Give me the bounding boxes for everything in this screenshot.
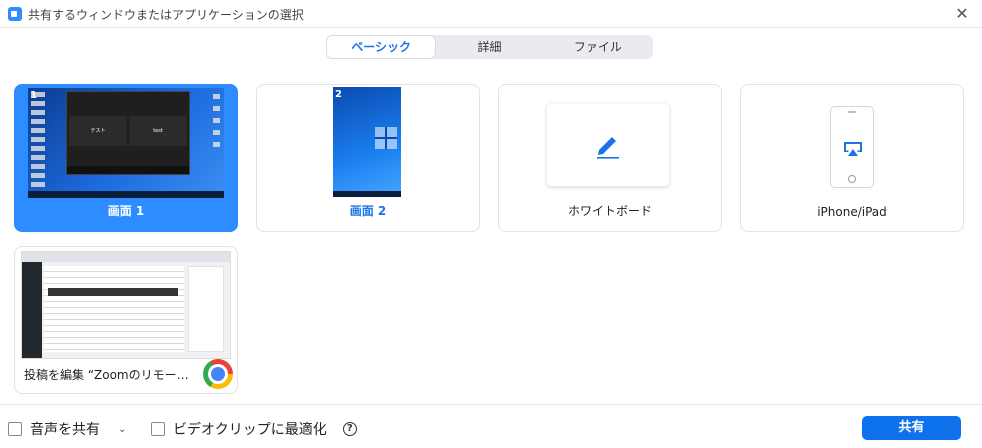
- title-bar: 共有するウィンドウまたはアプリケーションの選択 ✕: [0, 0, 982, 28]
- window-title: 共有するウィンドウまたはアプリケーションの選択: [28, 8, 304, 22]
- video-tile: テスト: [69, 116, 127, 146]
- card-label: 投稿を編集 “Zoomのリモート制...: [24, 368, 197, 382]
- share-card-iphone-ipad[interactable]: iPhone/iPad: [740, 84, 964, 232]
- taskbar-preview: [333, 191, 401, 197]
- share-audio-checkbox[interactable]: [8, 422, 22, 436]
- phone-home-button: [848, 175, 856, 183]
- chrome-icon: [203, 359, 233, 389]
- desktop-icons-right: [213, 94, 220, 154]
- taskbar-preview: [28, 191, 224, 198]
- share-audio-label: 音声を共有: [30, 422, 100, 438]
- help-icon[interactable]: ?: [342, 422, 357, 436]
- tab-basic[interactable]: ベーシック: [327, 36, 436, 58]
- video-tile: test: [129, 116, 187, 146]
- card-label: iPhone/iPad: [817, 205, 887, 219]
- desktop-icons: [31, 92, 45, 190]
- share-card-whiteboard[interactable]: ホワイトボード: [498, 84, 722, 232]
- footer-bar: 音声を共有 ⌄ ビデオクリップに最適化 ? 共有: [0, 404, 982, 448]
- meeting-window-preview: テスト test: [66, 91, 190, 175]
- share-card-screen-2[interactable]: 2 画面 2: [256, 84, 480, 232]
- browser-window-preview: [21, 251, 231, 359]
- screen-number-badge: 1: [30, 90, 37, 101]
- phone-speaker: [848, 111, 856, 113]
- whiteboard-preview: [547, 104, 669, 186]
- screen-2-preview: 2: [333, 87, 401, 197]
- card-label: 画面 2: [349, 204, 387, 218]
- admin-sidebar-preview: [22, 262, 42, 358]
- tab-files[interactable]: ファイル: [544, 36, 652, 58]
- tab-advanced[interactable]: 詳細: [435, 36, 543, 58]
- airplay-icon: [844, 142, 862, 156]
- phone-icon: [830, 106, 874, 188]
- close-button[interactable]: ✕: [952, 4, 972, 24]
- pen-icon: [597, 137, 619, 159]
- card-label: 画面 1: [107, 204, 145, 218]
- editor-image-preview: [48, 288, 178, 296]
- screen-number-badge: 2: [335, 89, 342, 100]
- windows-logo-icon: [375, 127, 397, 149]
- meeting-toolbar-preview: [67, 166, 189, 174]
- share-card-browser-window[interactable]: 投稿を編集 “Zoomのリモート制...: [14, 246, 238, 394]
- optimize-video-label: ビデオクリップに最適化: [173, 422, 327, 438]
- share-card-screen-1[interactable]: テスト test 1 画面 1: [14, 84, 238, 232]
- card-label: ホワイトボード: [567, 204, 652, 218]
- share-mode-tabs: ベーシック 詳細 ファイル: [326, 35, 653, 59]
- screen-1-preview: テスト test 1: [28, 88, 224, 198]
- browser-tabbar-preview: [22, 252, 230, 262]
- editor-settings-panel-preview: [188, 266, 224, 352]
- editor-content-preview: [44, 266, 184, 352]
- share-audio-option[interactable]: 音声を共有 ⌄: [8, 419, 126, 439]
- zoom-app-icon: [8, 7, 22, 21]
- share-button[interactable]: 共有: [862, 416, 961, 440]
- optimize-video-option[interactable]: ビデオクリップに最適化 ?: [151, 419, 357, 439]
- optimize-video-checkbox[interactable]: [151, 422, 165, 436]
- chevron-down-icon[interactable]: ⌄: [118, 424, 126, 435]
